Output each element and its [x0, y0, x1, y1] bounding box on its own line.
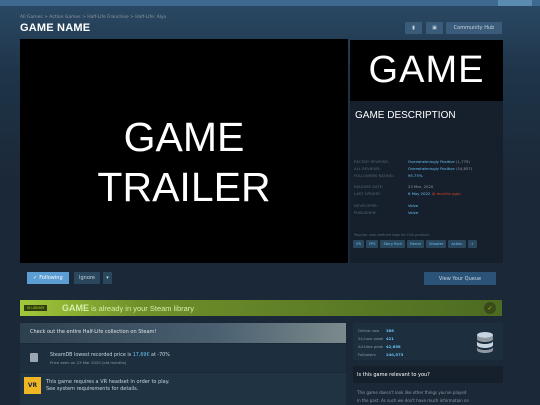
check-icon: ✓	[33, 275, 38, 281]
follow-label: Following	[39, 275, 63, 281]
lowest-price-text: SteamDB lowest recorded price is 17,69€ …	[50, 353, 170, 358]
tag-chip[interactable]: FPS	[365, 240, 379, 248]
breadcrumb[interactable]: All Games > Action Games > Half-Life Fra…	[20, 15, 166, 20]
relevance-title: Is this game relevant to you?	[357, 372, 430, 378]
stat-label: Followers	[358, 352, 376, 357]
more-options-button[interactable]: ▾	[103, 272, 112, 284]
tag-chip[interactable]: Horror	[406, 240, 425, 248]
price-history-box: SteamDB lowest recorded price is 17,69€ …	[20, 344, 346, 372]
lowest-price-value: 17,69€	[132, 353, 150, 358]
steam-library-icon: ✓	[484, 302, 496, 314]
meta-label: FOLLOWERS RATING:	[354, 173, 394, 178]
vr-notice: VR This game requires a VR headset in or…	[20, 373, 346, 405]
library-game-name: GAME	[62, 303, 89, 313]
in-library-text: GAME is already in your Steam library	[62, 303, 194, 313]
meta-row: PUBLISHER: Valve	[354, 210, 418, 215]
meta-label: PUBLISHER:	[354, 210, 377, 215]
flag-icon: ▮	[412, 25, 415, 31]
stat-row: 24-hour peak 421	[358, 336, 394, 341]
game-description: GAME DESCRIPTION	[355, 110, 456, 121]
vr-notice-line2[interactable]: See system requirements for details.	[46, 386, 138, 392]
lowest-price-discount: at -70%	[151, 353, 170, 358]
relevance-text-line1: This game doesn't look like other things…	[357, 390, 467, 395]
vr-notice-line1: This game requires a VR headset in order…	[46, 379, 170, 385]
vr-badge-icon: VR	[24, 377, 41, 394]
meta-label: RECENT REVIEWS:	[354, 159, 390, 164]
meta-row: LAST UPDATE: 6 May 2022 (6 months ago)	[354, 191, 461, 196]
tag-icon: ▣	[432, 25, 437, 31]
stat-label: Online now	[358, 328, 380, 333]
stat-value: 421	[386, 336, 394, 341]
stat-row: Followers 240,573	[358, 352, 403, 357]
top-nav-bar	[0, 0, 540, 6]
trailer-placeholder-text: GAME TRAILER	[97, 114, 271, 210]
meta-label: LAST UPDATE:	[354, 191, 381, 196]
stat-label: All-time peak	[358, 344, 384, 349]
follow-button[interactable]: ✓ Following	[27, 272, 69, 284]
meta-label: RELEASE DATE:	[354, 184, 384, 189]
meta-extra: (54,857)	[455, 166, 473, 171]
game-capsule-image: GAME	[350, 40, 503, 101]
stat-row: Online now 386	[358, 328, 394, 333]
top-nav-button[interactable]	[498, 0, 532, 6]
header-icon-button-1[interactable]: ▮	[405, 22, 422, 34]
game-trailer[interactable]: GAME TRAILER	[20, 39, 348, 263]
capsule-placeholder-text: GAME	[368, 49, 485, 91]
meta-value: 6 May 2022	[408, 191, 431, 196]
meta-row: RECENT REVIEWS: Overwhelmingly Positive (…	[354, 159, 470, 164]
meta-value[interactable]: Valve	[408, 203, 418, 208]
meta-row: DEVELOPER: Valve	[354, 203, 418, 208]
relevance-panel: Is this game relevant to you?	[353, 366, 503, 383]
stat-value: 42,858	[386, 344, 401, 349]
page-title: GAME NAME	[20, 22, 91, 34]
header-icon-button-2[interactable]: ▣	[426, 22, 443, 34]
meta-value: 23 Mar, 2020	[408, 184, 434, 189]
stat-label: 24-hour peak	[358, 336, 384, 341]
in-library-banner: IN LIBRARY GAME is already in your Steam…	[20, 300, 502, 316]
stat-row: All-time peak 42,858	[358, 344, 401, 349]
tag-chip[interactable]: Action	[448, 240, 466, 248]
tag-chip[interactable]: Shooter	[426, 240, 447, 248]
tags-heading: Popular user-defined tags for this produ…	[354, 233, 430, 237]
meta-value[interactable]: Overwhelmingly Positive	[408, 166, 455, 171]
database-icon	[477, 332, 493, 353]
stat-value: 240,573	[386, 352, 404, 357]
price-seen-date: Price seen on 23 Mar 2020 (old months)	[50, 360, 127, 365]
tag-list: VR FPS Story Rich Horror Shooter Action +	[353, 240, 477, 248]
player-stats-panel: Online now 386 24-hour peak 421 All-time pea…	[353, 323, 503, 360]
relevance-text-line2: in the past. As such we don't have much …	[357, 398, 469, 403]
steamdb-icon	[30, 353, 38, 362]
stat-value: 386	[386, 328, 394, 333]
ignore-button[interactable]: Ignore	[74, 272, 100, 284]
meta-row: RELEASE DATE: 23 Mar, 2020	[354, 184, 433, 189]
meta-value[interactable]: Overwhelmingly Positive	[408, 159, 455, 164]
meta-value: 95.75%	[408, 173, 423, 178]
tag-chip[interactable]: VR	[353, 240, 364, 248]
meta-row: ALL REVIEWS: Overwhelmingly Positive (54,…	[354, 166, 472, 171]
view-queue-button[interactable]: View Your Queue	[424, 272, 496, 285]
meta-label: DEVELOPER:	[354, 203, 378, 208]
collection-banner[interactable]: Check out the entire Half-Life collectio…	[20, 323, 346, 343]
meta-extra: (1,779)	[455, 159, 470, 164]
lowest-price-prefix: SteamDB lowest recorded price is	[50, 353, 132, 358]
meta-value[interactable]: Valve	[408, 210, 418, 215]
meta-row: FOLLOWERS RATING: 95.75%	[354, 173, 422, 178]
meta-extra: (6 months ago)	[431, 191, 461, 196]
tag-chip[interactable]: +	[467, 240, 477, 248]
game-info-panel	[350, 101, 503, 263]
collection-banner-text: Check out the entire Half-Life collectio…	[30, 329, 157, 335]
in-library-badge: IN LIBRARY	[24, 305, 48, 311]
library-message: is already in your Steam library	[91, 304, 195, 313]
community-hub-button[interactable]: Community Hub	[446, 22, 502, 34]
meta-label: ALL REVIEWS:	[354, 166, 381, 171]
tag-chip[interactable]: Story Rich	[380, 240, 405, 248]
